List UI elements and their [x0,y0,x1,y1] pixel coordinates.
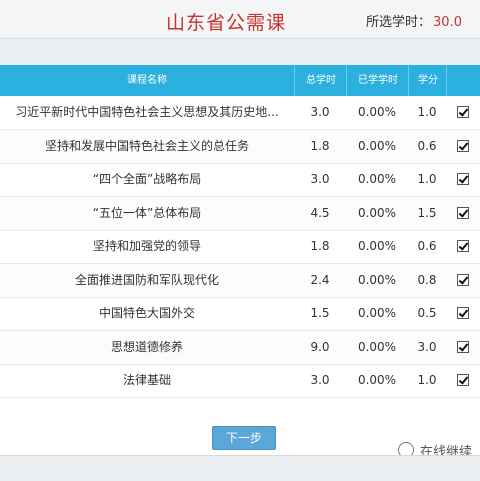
total-hours: 2.4 [294,264,346,297]
select-checkbox[interactable] [457,274,469,286]
total-hours: 1.8 [294,130,346,163]
credits: 1.0 [408,96,446,129]
table-row: 法律基础3.00.00%1.0 [0,364,480,398]
select-checkbox[interactable] [457,240,469,252]
total-hours: 9.0 [294,331,346,364]
table-body: 习近平新时代中国特色社会主义思想及其历史地...3.00.00%1.0坚持和发展… [0,96,480,396]
course-name: 全面推进国防和军队现代化 [0,264,294,297]
table-row: 坚持和发展中国特色社会主义的总任务1.80.00%0.6 [0,130,480,164]
top-bar: 山东省公需课 所选学时：30.0所 [0,0,480,39]
credits: 0.6 [408,130,446,163]
credits: 0.5 [408,297,446,330]
learned-percent: 0.00% [346,197,408,230]
select-checkbox[interactable] [457,207,469,219]
table-header: 课程名称 总学时 已学学时 学分 [0,65,480,96]
table-row: 思想道德修养9.00.00%3.0 [0,331,480,365]
course-name: 思想道德修养 [0,331,294,364]
credits: 1.5 [408,197,446,230]
select-checkbox[interactable] [457,374,469,386]
column-header-select [446,65,480,96]
course-name: 中国特色大国外交 [0,297,294,330]
table-row: “四个全面”战略布局3.00.00%1.0 [0,163,480,197]
column-header-total-hours: 总学时 [294,65,347,96]
learned-percent: 0.00% [346,130,408,163]
page-title: 山东省公需课 [166,8,286,35]
column-header-learned-hours: 已学学时 [346,65,409,96]
selected-hours: 所选学时：30.0所 [366,11,480,30]
table-row: 习近平新时代中国特色社会主义思想及其历史地...3.00.00%1.0 [0,96,480,130]
total-hours: 1.8 [294,230,346,263]
course-name: “四个全面”战略布局 [0,163,294,196]
credits: 1.0 [408,163,446,196]
select-checkbox[interactable] [457,173,469,185]
learned-percent: 0.00% [346,96,408,129]
credits: 0.8 [408,264,446,297]
table-row: 全面推进国防和军队现代化2.40.00%0.8 [0,264,480,298]
total-hours: 3.0 [294,163,346,196]
table-row: “五位一体”总体布局4.50.00%1.5 [0,197,480,231]
course-table-panel: 课程名称 总学时 已学学时 学分 习近平新时代中国特色社会主义思想及其历史地..… [0,65,480,455]
course-name: 坚持和加强党的领导 [0,230,294,263]
credits: 1.0 [408,364,446,397]
column-header-credits: 学分 [408,65,447,96]
learned-percent: 0.00% [346,297,408,330]
selected-hours-label: 所选学时： [366,15,431,30]
total-hours: 3.0 [294,364,346,397]
table-row: 中国特色大国外交1.50.00%0.5 [0,297,480,331]
course-name: 坚持和发展中国特色社会主义的总任务 [0,130,294,163]
selected-hours-value: 30.0 [433,15,462,30]
select-checkbox[interactable] [457,307,469,319]
bottom-bar [0,455,480,481]
table-row: 坚持和加强党的领导1.80.00%0.6 [0,230,480,264]
next-step-button[interactable]: 下一步 [212,426,276,450]
total-hours: 1.5 [294,297,346,330]
select-checkbox[interactable] [457,106,469,118]
learned-percent: 0.00% [346,364,408,397]
course-name: 法律基础 [0,364,294,397]
learned-percent: 0.00% [346,230,408,263]
learned-percent: 0.00% [346,163,408,196]
credits: 3.0 [408,331,446,364]
select-checkbox[interactable] [457,341,469,353]
course-name: 习近平新时代中国特色社会主义思想及其历史地... [0,96,294,129]
learned-percent: 0.00% [346,264,408,297]
select-checkbox[interactable] [457,140,469,152]
learned-percent: 0.00% [346,331,408,364]
course-name: “五位一体”总体布局 [0,197,294,230]
column-header-course-name: 课程名称 [0,65,294,96]
spacer [0,39,480,65]
credits: 0.6 [408,230,446,263]
total-hours: 4.5 [294,197,346,230]
total-hours: 3.0 [294,96,346,129]
